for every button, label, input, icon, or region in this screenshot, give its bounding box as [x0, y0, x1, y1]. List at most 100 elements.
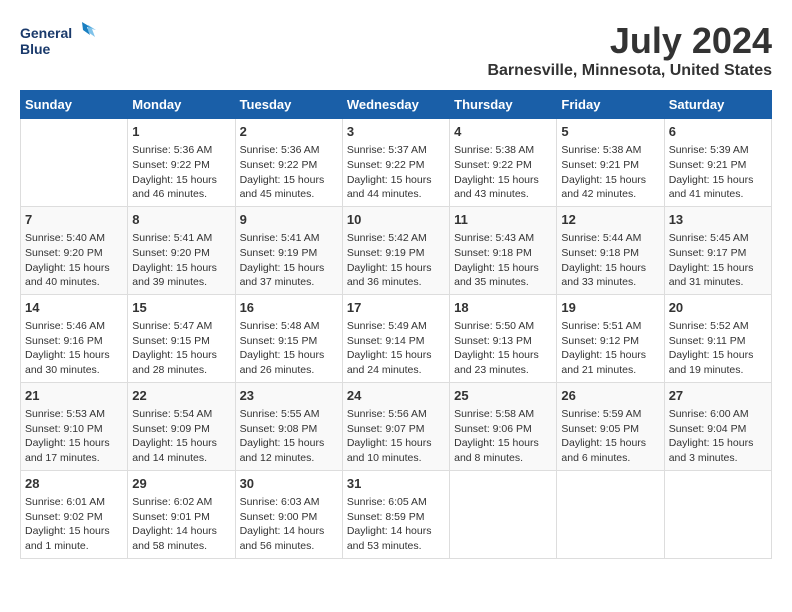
day-number: 26 — [561, 387, 659, 405]
month-title: July 2024 — [487, 20, 772, 62]
general-blue-logo: General Blue — [20, 20, 100, 65]
calendar-cell — [557, 470, 664, 558]
calendar-week-1: 1Sunrise: 5:36 AMSunset: 9:22 PMDaylight… — [21, 119, 772, 207]
day-number: 7 — [25, 211, 123, 229]
day-info: Sunrise: 5:40 AMSunset: 9:20 PMDaylight:… — [25, 231, 123, 290]
calendar-week-4: 21Sunrise: 5:53 AMSunset: 9:10 PMDayligh… — [21, 382, 772, 470]
header-cell-saturday: Saturday — [664, 91, 771, 119]
day-number: 2 — [240, 123, 338, 141]
day-number: 31 — [347, 475, 445, 493]
calendar-cell: 31 Sunrise: 6:05 AMSunset: 8:59 PMDayligh… — [342, 470, 449, 558]
day-info: Sunrise: 5:49 AMSunset: 9:14 PMDaylight:… — [347, 319, 445, 378]
day-info: Sunrise: 6:03 AMSunset: 9:00 PMDaylight:… — [240, 495, 338, 554]
header-cell-friday: Friday — [557, 91, 664, 119]
day-number: 28 — [25, 475, 123, 493]
day-number: 5 — [561, 123, 659, 141]
day-number: 23 — [240, 387, 338, 405]
day-number: 12 — [561, 211, 659, 229]
day-info: Sunrise: 5:44 AMSunset: 9:18 PMDaylight:… — [561, 231, 659, 290]
header-cell-sunday: Sunday — [21, 91, 128, 119]
logo: General Blue — [20, 20, 100, 70]
calendar-cell: 28 Sunrise: 6:01 AMSunset: 9:02 PMDayligh… — [21, 470, 128, 558]
calendar-cell — [450, 470, 557, 558]
calendar-cell: 9Sunrise: 5:41 AMSunset: 9:19 PMDaylight… — [235, 206, 342, 294]
day-info: Sunrise: 5:58 AMSunset: 9:06 PMDaylight:… — [454, 407, 552, 466]
calendar-cell: 14Sunrise: 5:46 AMSunset: 9:16 PMDayligh… — [21, 294, 128, 382]
calendar-cell — [21, 119, 128, 207]
day-number: 21 — [25, 387, 123, 405]
day-info: Sunrise: 6:00 AMSunset: 9:04 PMDaylight:… — [669, 407, 767, 466]
day-info: Sunrise: 5:52 AMSunset: 9:11 PMDaylight:… — [669, 319, 767, 378]
calendar-cell: 26 Sunrise: 5:59 AMSunset: 9:05 PMDayligh… — [557, 382, 664, 470]
header-cell-wednesday: Wednesday — [342, 91, 449, 119]
title-section: July 2024 Barnesville, Minnesota, United… — [487, 20, 772, 80]
day-info: Sunrise: 5:59 AMSunset: 9:05 PMDaylight:… — [561, 407, 659, 466]
calendar-cell: 5 Sunrise: 5:38 AMSunset: 9:21 PMDaylight… — [557, 119, 664, 207]
day-number: 10 — [347, 211, 445, 229]
day-info: Sunrise: 5:37 AMSunset: 9:22 PMDaylight:… — [347, 143, 445, 202]
svg-text:Blue: Blue — [20, 41, 51, 57]
day-number: 22 — [132, 387, 230, 405]
calendar-cell: 27 Sunrise: 6:00 AMSunset: 9:04 PMDayligh… — [664, 382, 771, 470]
calendar-cell: 16 Sunrise: 5:48 AMSunset: 9:15 PMDayligh… — [235, 294, 342, 382]
calendar-cell: 13Sunrise: 5:45 AMSunset: 9:17 PMDayligh… — [664, 206, 771, 294]
day-number: 27 — [669, 387, 767, 405]
day-number: 6 — [669, 123, 767, 141]
day-info: Sunrise: 5:48 AMSunset: 9:15 PMDaylight:… — [240, 319, 338, 378]
calendar-cell — [664, 470, 771, 558]
calendar-cell: 21Sunrise: 5:53 AMSunset: 9:10 PMDayligh… — [21, 382, 128, 470]
day-info: Sunrise: 6:05 AMSunset: 8:59 PMDaylight:… — [347, 495, 445, 554]
calendar-cell: 25 Sunrise: 5:58 AMSunset: 9:06 PMDayligh… — [450, 382, 557, 470]
day-number: 16 — [240, 299, 338, 317]
day-info: Sunrise: 5:42 AMSunset: 9:19 PMDaylight:… — [347, 231, 445, 290]
day-info: Sunrise: 5:51 AMSunset: 9:12 PMDaylight:… — [561, 319, 659, 378]
calendar-cell: 29 Sunrise: 6:02 AMSunset: 9:01 PMDayligh… — [128, 470, 235, 558]
day-number: 30 — [240, 475, 338, 493]
header-cell-monday: Monday — [128, 91, 235, 119]
calendar-cell: 18Sunrise: 5:50 AMSunset: 9:13 PMDayligh… — [450, 294, 557, 382]
day-number: 19 — [561, 299, 659, 317]
day-info: Sunrise: 5:38 AMSunset: 9:21 PMDaylight:… — [561, 143, 659, 202]
calendar-week-5: 28 Sunrise: 6:01 AMSunset: 9:02 PMDayligh… — [21, 470, 772, 558]
calendar-cell: 23 Sunrise: 5:55 AMSunset: 9:08 PMDayligh… — [235, 382, 342, 470]
day-number: 17 — [347, 299, 445, 317]
calendar-cell: 12 Sunrise: 5:44 AMSunset: 9:18 PMDayligh… — [557, 206, 664, 294]
day-info: Sunrise: 5:36 AMSunset: 9:22 PMDaylight:… — [132, 143, 230, 202]
calendar-cell: 4 Sunrise: 5:38 AMSunset: 9:22 PMDaylight… — [450, 119, 557, 207]
logo-wordmark: General Blue — [20, 20, 100, 70]
day-number: 9 — [240, 211, 338, 229]
day-info: Sunrise: 5:36 AMSunset: 9:22 PMDaylight:… — [240, 143, 338, 202]
calendar-cell: 17 Sunrise: 5:49 AMSunset: 9:14 PMDayligh… — [342, 294, 449, 382]
calendar-cell: 19 Sunrise: 5:51 AMSunset: 9:12 PMDayligh… — [557, 294, 664, 382]
svg-text:General: General — [20, 25, 72, 41]
day-info: Sunrise: 5:54 AMSunset: 9:09 PMDaylight:… — [132, 407, 230, 466]
calendar-table: SundayMondayTuesdayWednesdayThursdayFrid… — [20, 90, 772, 559]
day-number: 4 — [454, 123, 552, 141]
calendar-cell: 20Sunrise: 5:52 AMSunset: 9:11 PMDayligh… — [664, 294, 771, 382]
day-info: Sunrise: 5:38 AMSunset: 9:22 PMDaylight:… — [454, 143, 552, 202]
day-number: 29 — [132, 475, 230, 493]
calendar-cell: 6 Sunrise: 5:39 AMSunset: 9:21 PMDaylight… — [664, 119, 771, 207]
day-number: 8 — [132, 211, 230, 229]
header-cell-thursday: Thursday — [450, 91, 557, 119]
calendar-cell: 24Sunrise: 5:56 AMSunset: 9:07 PMDayligh… — [342, 382, 449, 470]
day-number: 24 — [347, 387, 445, 405]
day-number: 15 — [132, 299, 230, 317]
day-info: Sunrise: 5:45 AMSunset: 9:17 PMDaylight:… — [669, 231, 767, 290]
day-info: Sunrise: 6:01 AMSunset: 9:02 PMDaylight:… — [25, 495, 123, 554]
calendar-cell: 8Sunrise: 5:41 AMSunset: 9:20 PMDaylight… — [128, 206, 235, 294]
day-info: Sunrise: 5:50 AMSunset: 9:13 PMDaylight:… — [454, 319, 552, 378]
day-info: Sunrise: 6:02 AMSunset: 9:01 PMDaylight:… — [132, 495, 230, 554]
page-header: General Blue July 2024 Barnesville, Minn… — [20, 20, 772, 80]
calendar-cell: 7 Sunrise: 5:40 AMSunset: 9:20 PMDaylight… — [21, 206, 128, 294]
calendar-week-3: 14Sunrise: 5:46 AMSunset: 9:16 PMDayligh… — [21, 294, 772, 382]
day-number: 25 — [454, 387, 552, 405]
calendar-cell: 1Sunrise: 5:36 AMSunset: 9:22 PMDaylight… — [128, 119, 235, 207]
day-info: Sunrise: 5:55 AMSunset: 9:08 PMDaylight:… — [240, 407, 338, 466]
calendar-cell: 15 Sunrise: 5:47 AMSunset: 9:15 PMDayligh… — [128, 294, 235, 382]
header-cell-tuesday: Tuesday — [235, 91, 342, 119]
location-title: Barnesville, Minnesota, United States — [487, 62, 772, 80]
day-info: Sunrise: 5:39 AMSunset: 9:21 PMDaylight:… — [669, 143, 767, 202]
day-info: Sunrise: 5:47 AMSunset: 9:15 PMDaylight:… — [132, 319, 230, 378]
calendar-cell: 10 Sunrise: 5:42 AMSunset: 9:19 PMDayligh… — [342, 206, 449, 294]
